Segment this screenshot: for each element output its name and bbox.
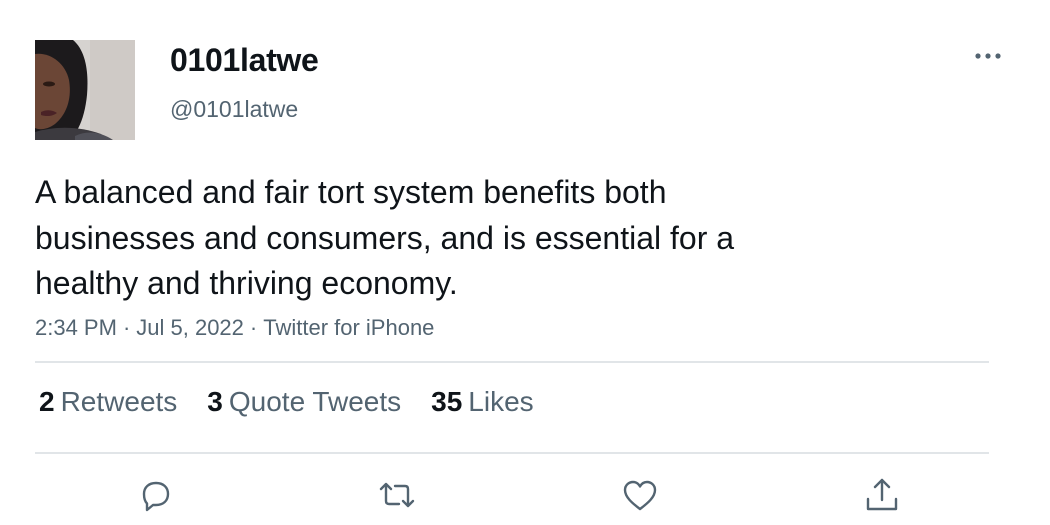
- retweets-label: Retweets: [60, 386, 178, 417]
- display-name[interactable]: 0101latwe: [170, 42, 319, 79]
- divider: [35, 452, 989, 454]
- user-handle[interactable]: @0101latwe: [170, 96, 298, 123]
- more-options-button[interactable]: [968, 40, 1008, 72]
- tweet-metadata: 2:34 PM · Jul 5, 2022 · Twitter for iPhone: [35, 315, 434, 341]
- tweet-card: 0101latwe @0101latwe A balanced and fair…: [0, 0, 1050, 525]
- reply-button[interactable]: [136, 475, 176, 515]
- quote-tweets-count: 3: [207, 386, 223, 417]
- likes-count: 35: [431, 386, 463, 417]
- like-button[interactable]: [620, 475, 660, 515]
- retweet-button[interactable]: [377, 475, 417, 515]
- share-icon: [866, 478, 898, 511]
- retweets-stat[interactable]: 2 Retweets: [39, 386, 177, 418]
- avatar-image: [35, 40, 135, 140]
- more-horizontal-icon: [975, 53, 1001, 59]
- quote-tweets-stat[interactable]: 3 Quote Tweets: [207, 386, 401, 418]
- retweet-icon: [379, 482, 415, 508]
- share-button[interactable]: [862, 475, 902, 515]
- tweet-time[interactable]: 2:34 PM: [35, 315, 117, 340]
- meta-separator: ·: [249, 315, 258, 340]
- avatar[interactable]: [35, 40, 135, 140]
- reply-icon: [142, 481, 170, 512]
- action-bar: [0, 470, 1050, 520]
- likes-label: Likes: [468, 386, 534, 417]
- meta-separator: ·: [122, 315, 131, 340]
- quote-tweets-label: Quote Tweets: [228, 386, 402, 417]
- tweet-text: A balanced and fair tort system benefits…: [35, 174, 735, 301]
- tweet-date[interactable]: Jul 5, 2022: [136, 315, 244, 340]
- tweet-source[interactable]: Twitter for iPhone: [263, 315, 434, 340]
- likes-stat[interactable]: 35 Likes: [431, 386, 534, 418]
- divider: [35, 361, 989, 363]
- engagement-stats: 2 Retweets 3 Quote Tweets 35 Likes: [39, 386, 534, 418]
- heart-icon: [623, 480, 657, 511]
- retweets-count: 2: [39, 386, 55, 417]
